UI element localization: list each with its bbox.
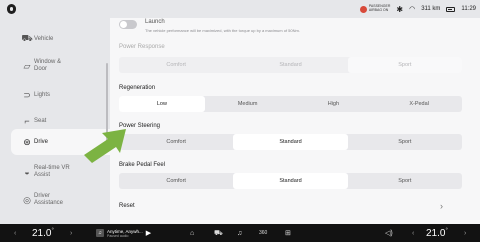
- battery-icon: [446, 6, 456, 12]
- chevron-right-icon[interactable]: ›: [440, 201, 443, 211]
- steering-wheel-icon: ⊛: [23, 136, 31, 147]
- regeneration-option-x-pedal[interactable]: X-Pedal: [376, 96, 462, 112]
- sidebar-item-label: Real-time VR Assist: [34, 165, 70, 178]
- launch-title: Launch: [145, 19, 165, 25]
- regeneration-selector: Low Medium High X-Pedal: [119, 96, 462, 112]
- sidebar-item-label: Seat: [34, 117, 47, 124]
- chevron-left-icon: ‹: [412, 229, 415, 237]
- airbag-icon: [359, 5, 367, 13]
- temp-right-decrease[interactable]: ‹: [412, 224, 414, 242]
- power-response-selector: Comfort Standard Sport: [119, 57, 462, 73]
- apps-grid-icon[interactable]: ⊞: [285, 224, 291, 242]
- sidebar-item-driver-assistance[interactable]: ◎ Driver Assistance: [0, 185, 110, 215]
- regeneration-option-medium[interactable]: Medium: [205, 96, 291, 112]
- temp-left-display[interactable]: 21.0 °: [32, 224, 54, 242]
- temp-left-decrease[interactable]: ‹: [14, 224, 16, 242]
- status-bar: PASSENGER AIRBAG ON ✱ ◠ 311 km 11:29: [0, 0, 480, 18]
- car-icon: ⛟: [21, 33, 33, 43]
- power-response-label: Power Response: [119, 44, 165, 50]
- volume-icon[interactable]: ◁): [385, 224, 393, 242]
- lights-icon: ⊃: [23, 89, 31, 100]
- temp-right-increase[interactable]: ›: [464, 224, 466, 242]
- music-note-icon: ♫: [96, 229, 104, 237]
- brake-pedal-feel-selector: Comfort Standard Sport: [119, 173, 462, 189]
- sidebar-item-label: Driver Assistance: [34, 193, 64, 206]
- launch-toggle[interactable]: [119, 20, 137, 29]
- regeneration-option-low[interactable]: Low: [119, 96, 205, 112]
- brand-logo-icon: [7, 4, 16, 14]
- clock: 11:29: [461, 6, 476, 12]
- reset-row[interactable]: Reset: [119, 203, 135, 209]
- settings-sidebar: ⛟ Vehicle ▱ Window & Door ⊃ Lights ⌐ Sea…: [0, 18, 110, 224]
- launch-description: The vehicle performance will be maximize…: [145, 28, 300, 33]
- bluetooth-icon: ✱: [396, 4, 404, 14]
- airbag-line2: AIRBAG ON: [368, 8, 389, 12]
- temp-left-unit: °: [51, 228, 54, 234]
- power-steering-option-comfort[interactable]: Comfort: [119, 134, 233, 150]
- power-response-option-standard: Standard: [279, 62, 302, 68]
- sidebar-item-label: Lights: [34, 91, 51, 98]
- power-steering-option-standard[interactable]: Standard: [233, 134, 348, 150]
- brake-pedal-option-sport[interactable]: Sport: [348, 173, 462, 189]
- car-icon[interactable]: ⛟: [214, 224, 223, 242]
- chevron-right-icon: ›: [464, 229, 467, 237]
- regeneration-option-high[interactable]: High: [291, 96, 377, 112]
- 360-camera-icon[interactable]: 360: [259, 224, 267, 242]
- media-title: Anytime, Anywh...: [107, 228, 143, 234]
- temp-left-value: 21.0: [32, 227, 52, 239]
- chevron-right-icon: ›: [70, 229, 73, 237]
- pointer-arrow-icon: [84, 129, 126, 163]
- temp-right-display[interactable]: 21.0 °: [426, 224, 448, 242]
- media-subtitle: Paused audio: [107, 233, 129, 238]
- power-response-option-sport: Sport: [347, 57, 462, 73]
- bottom-dock: ‹ 21.0 ° › ♫ Anytime, Anywh... Paused au…: [0, 224, 480, 242]
- brake-pedal-option-comfort[interactable]: Comfort: [119, 173, 233, 189]
- sidebar-item-label: Drive: [34, 138, 49, 145]
- driver-assist-icon: ◎: [23, 194, 31, 205]
- power-steering-selector: Comfort Standard Sport: [119, 134, 462, 150]
- temp-right-value: 21.0: [426, 227, 446, 239]
- seat-icon: ⌐: [24, 116, 30, 126]
- home-icon[interactable]: ⌂: [190, 224, 194, 242]
- window-icon: ▱: [23, 60, 31, 71]
- range-text: 311 km: [421, 6, 441, 12]
- sidebar-item-vehicle[interactable]: ⛟ Vehicle: [0, 24, 110, 54]
- wifi-icon: ◠: [409, 6, 416, 13]
- brake-pedal-option-standard[interactable]: Standard: [233, 173, 348, 189]
- settings-screen: PASSENGER AIRBAG ON ✱ ◠ 311 km 11:29 ⛟ V…: [0, 0, 480, 242]
- media-player[interactable]: ♫ Anytime, Anywh... Paused audio ▶: [96, 224, 151, 242]
- status-indicators: PASSENGER AIRBAG ON ✱ ◠ 311 km 11:29: [359, 3, 476, 15]
- power-response-option-comfort: Comfort: [166, 62, 186, 68]
- airbag-indicator: PASSENGER AIRBAG ON: [359, 4, 390, 13]
- vr-assist-icon: ◒: [24, 167, 30, 177]
- sidebar-item-label: Window & Door: [34, 59, 62, 72]
- regeneration-label: Regeneration: [119, 85, 156, 91]
- temp-right-unit: °: [445, 228, 448, 234]
- sidebar-item-window-door[interactable]: ▱ Window & Door: [0, 51, 110, 81]
- temp-left-increase[interactable]: ›: [70, 224, 72, 242]
- sidebar-item-label: Vehicle: [34, 35, 54, 42]
- power-steering-option-sport[interactable]: Sport: [348, 134, 462, 150]
- chevron-left-icon: ‹: [14, 229, 17, 237]
- drive-settings-panel: Launch The vehicle performance will be m…: [110, 18, 480, 224]
- play-icon[interactable]: ▶: [146, 229, 151, 237]
- music-icon[interactable]: ♫: [237, 224, 242, 242]
